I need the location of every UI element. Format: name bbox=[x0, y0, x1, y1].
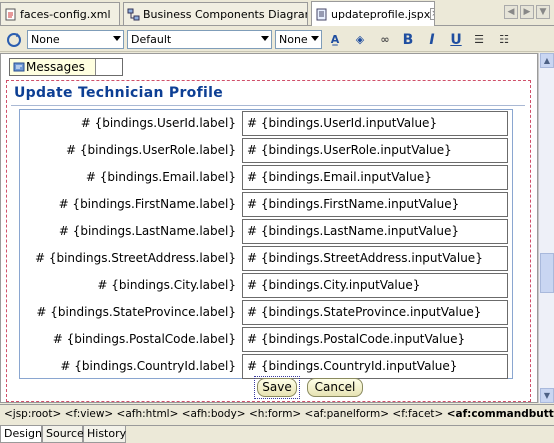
field-label: # {bindings.StreetAddress.label} bbox=[34, 251, 236, 265]
italic-icon[interactable]: I bbox=[423, 31, 441, 49]
email-input[interactable]: # {bindings.Email.inputValue} bbox=[242, 165, 508, 190]
field-label: # {bindings.PostalCode.label} bbox=[52, 332, 236, 346]
form-row: # {bindings.LastName.label} # {bindings.L… bbox=[20, 218, 514, 245]
scroll-tabs-left-icon[interactable]: ◀ bbox=[504, 5, 518, 19]
field-label: # {bindings.StateProvince.label} bbox=[36, 305, 236, 319]
vertical-scrollbar[interactable]: ▲ ▼ bbox=[538, 53, 554, 403]
chevron-down-icon bbox=[311, 36, 319, 41]
user-id-input[interactable]: # {bindings.UserId.inputValue} bbox=[242, 111, 508, 136]
ordered-list-icon[interactable]: ☰ bbox=[470, 31, 488, 49]
tab-navigation: ◀ ▶ ▼ bbox=[504, 5, 550, 19]
field-label: # {bindings.LastName.label} bbox=[58, 224, 236, 238]
design-canvas[interactable]: Messages Update Technician Profile # {bi… bbox=[0, 53, 538, 403]
font-combo-value: Default bbox=[131, 33, 172, 46]
jdeveloper-editor-window: faces-config.xml Business Components Dia… bbox=[0, 0, 554, 443]
tab-list-icon[interactable]: ▼ bbox=[536, 5, 550, 19]
field-label: # {bindings.UserRole.label} bbox=[66, 143, 236, 157]
tab-design[interactable]: Design bbox=[0, 426, 42, 443]
formatting-toolbar: None Default None A̲ ◈ ∞ B I U ☰ ☷ bbox=[0, 27, 554, 52]
tab-faces-config[interactable]: faces-config.xml bbox=[0, 2, 120, 25]
state-province-input[interactable]: # {bindings.StateProvince.inputValue} bbox=[242, 300, 508, 325]
title-divider bbox=[11, 105, 525, 106]
style-combo[interactable]: None bbox=[27, 30, 124, 49]
highlight-icon[interactable]: A̲ bbox=[326, 31, 344, 49]
page-title: Update Technician Profile bbox=[14, 85, 223, 101]
field-label: # {bindings.City.label} bbox=[97, 278, 236, 292]
form-row: # {bindings.Email.label} # {bindings.Emai… bbox=[20, 164, 514, 191]
last-name-input[interactable]: # {bindings.LastName.inputValue} bbox=[242, 219, 508, 244]
size-combo-value: None bbox=[279, 33, 308, 46]
chevron-down-icon bbox=[113, 36, 121, 41]
link-icon[interactable]: ∞ bbox=[376, 31, 394, 49]
font-combo[interactable]: Default bbox=[127, 30, 272, 49]
view-tabs: Design Source History bbox=[0, 425, 554, 443]
scroll-tabs-right-icon[interactable]: ▶ bbox=[520, 5, 534, 19]
form-row: # {bindings.PostalCode.label} # {bindings… bbox=[20, 326, 514, 353]
style-combo-value: None bbox=[31, 33, 60, 46]
tab-source[interactable]: Source bbox=[42, 426, 84, 443]
first-name-input[interactable]: # {bindings.FirstName.inputValue} bbox=[242, 192, 508, 217]
bold-icon[interactable]: B bbox=[399, 31, 417, 49]
underline-icon[interactable]: U bbox=[447, 31, 465, 49]
messages-label: Messages bbox=[26, 60, 85, 74]
form-fields-grid: # {bindings.UserId.label} # {bindings.Use… bbox=[19, 109, 513, 379]
close-tab-icon[interactable]: × bbox=[430, 8, 434, 20]
scrollbar-thumb[interactable] bbox=[540, 253, 554, 293]
cancel-button[interactable]: Cancel bbox=[307, 378, 363, 397]
tab-label: faces-config.xml bbox=[20, 7, 111, 21]
form-row: # {bindings.StateProvince.label} # {bindi… bbox=[20, 299, 514, 326]
field-label: # {bindings.FirstName.label} bbox=[58, 197, 236, 211]
xml-file-icon bbox=[5, 8, 16, 20]
panel-form[interactable]: Update Technician Profile # {bindings.Us… bbox=[6, 80, 531, 402]
tab-updateprofile-jspx[interactable]: updateprofile.jspx × bbox=[311, 1, 435, 26]
scroll-down-icon[interactable]: ▼ bbox=[540, 388, 554, 403]
messages-component[interactable]: Messages bbox=[9, 58, 123, 76]
tab-history[interactable]: History bbox=[83, 426, 126, 443]
messages-icon bbox=[13, 62, 25, 72]
tab-label: Business Components Diagram bbox=[143, 7, 308, 21]
breadcrumb-path[interactable]: <jsp:root> <f:view> <afh:html> <afh:body… bbox=[4, 408, 443, 420]
messages-label-box: Messages bbox=[10, 59, 96, 75]
fill-color-icon[interactable]: ◈ bbox=[351, 31, 369, 49]
tab-label: updateprofile.jspx bbox=[331, 7, 431, 21]
user-role-input[interactable]: # {bindings.UserRole.inputValue} bbox=[242, 138, 508, 163]
form-row: # {bindings.City.label} # {bindings.City.… bbox=[20, 272, 514, 299]
unordered-list-icon[interactable]: ☷ bbox=[495, 31, 513, 49]
breadcrumb-selected[interactable]: <af:commandbutton> bbox=[447, 408, 554, 420]
diagram-icon bbox=[127, 8, 140, 20]
street-address-input[interactable]: # {bindings.StreetAddress.inputValue} bbox=[242, 246, 508, 271]
field-label: # {bindings.Email.label} bbox=[85, 170, 236, 184]
chevron-down-icon bbox=[261, 36, 269, 41]
form-row: # {bindings.StreetAddress.label} # {bindi… bbox=[20, 245, 514, 272]
field-label: # {bindings.CountryId.label} bbox=[60, 359, 236, 373]
tab-business-components-diagram[interactable]: Business Components Diagram bbox=[123, 2, 308, 25]
save-button[interactable]: Save bbox=[257, 378, 297, 397]
postal-code-input[interactable]: # {bindings.PostalCode.inputValue} bbox=[242, 327, 508, 352]
scroll-up-icon[interactable]: ▲ bbox=[540, 53, 554, 68]
form-row: # {bindings.UserId.label} # {bindings.Use… bbox=[20, 110, 514, 137]
refresh-icon[interactable] bbox=[5, 31, 23, 49]
form-row: # {bindings.UserRole.label} # {bindings.U… bbox=[20, 137, 514, 164]
jspx-file-icon bbox=[316, 8, 327, 20]
editor-tab-bar: faces-config.xml Business Components Dia… bbox=[0, 0, 554, 26]
tag-breadcrumb: <jsp:root> <f:view> <afh:html> <afh:body… bbox=[0, 404, 554, 425]
field-label: # {bindings.UserId.label} bbox=[80, 116, 236, 130]
size-combo[interactable]: None bbox=[275, 30, 322, 49]
city-input[interactable]: # {bindings.City.inputValue} bbox=[242, 273, 508, 298]
form-row: # {bindings.FirstName.label} # {bindings.… bbox=[20, 191, 514, 218]
